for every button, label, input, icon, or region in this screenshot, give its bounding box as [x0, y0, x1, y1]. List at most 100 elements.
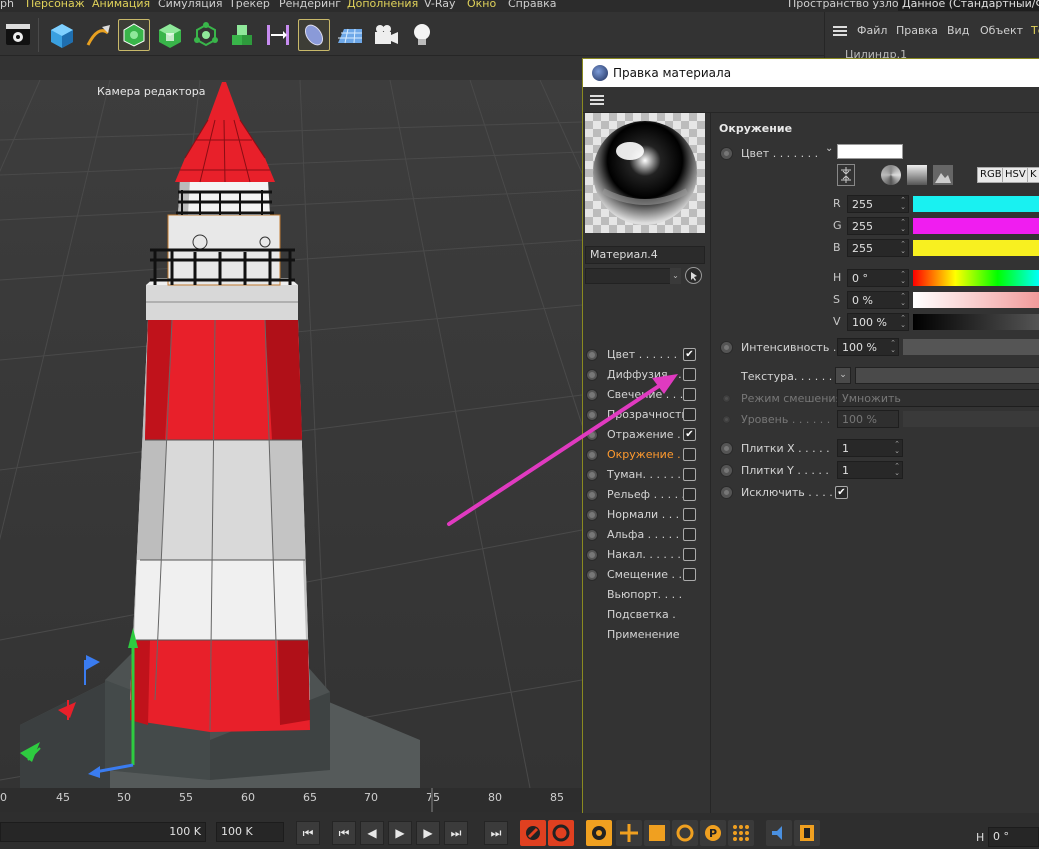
channel-radio-icon[interactable] — [586, 509, 598, 521]
blue-slider[interactable] — [913, 240, 1039, 256]
hue-slider[interactable] — [913, 270, 1039, 286]
channel-checkbox[interactable] — [683, 408, 696, 421]
menu-item-help[interactable]: Справка — [508, 0, 556, 10]
channel-illumination[interactable]: Подсветка . — [583, 605, 711, 625]
field-icon[interactable] — [298, 19, 330, 51]
generator-cube-icon[interactable] — [154, 19, 186, 51]
node-space-dropdown[interactable]: Данное (Стандартный/Физ — [898, 0, 1039, 11]
intensity-slider[interactable] — [903, 339, 1039, 355]
value-slider[interactable] — [913, 314, 1039, 330]
texture-slot[interactable] — [855, 367, 1039, 384]
kelvin-mode-button[interactable]: K — [1027, 167, 1039, 183]
cube-icon[interactable] — [46, 19, 78, 51]
channel-checkbox[interactable] — [683, 508, 696, 521]
3d-viewport[interactable]: Камера редактора — [0, 80, 582, 788]
channel-checkbox[interactable] — [683, 488, 696, 501]
chevron-down-icon[interactable]: ⌄ — [835, 367, 851, 384]
floor-plane-icon[interactable] — [334, 19, 366, 51]
chevron-down-icon[interactable]: ⌄ — [825, 143, 833, 154]
channel-radio-icon[interactable] — [586, 549, 598, 561]
om-menu-file[interactable]: Файл — [857, 24, 887, 37]
point-level-icon[interactable] — [728, 820, 754, 846]
channel-checkbox[interactable] — [683, 548, 696, 561]
play-icon[interactable]: ▶ — [388, 821, 412, 845]
channel-row[interactable]: Диффузия . . . . — [583, 365, 711, 385]
array-cubes-icon[interactable] — [226, 19, 258, 51]
material-name-field[interactable]: Материал.4 — [585, 246, 705, 264]
pen-spline-icon[interactable] — [82, 19, 114, 51]
subdivision-icon[interactable] — [118, 19, 150, 51]
channel-checkbox[interactable] — [683, 368, 696, 381]
image-picker-icon[interactable] — [933, 165, 953, 185]
color-compress-icon[interactable] — [837, 164, 855, 186]
tiles-y-field[interactable]: 1 ⌃ ⌄ — [837, 461, 903, 479]
om-menu-tags[interactable]: Те — [1031, 24, 1039, 37]
menu-item-vray[interactable]: V-Ray — [424, 0, 456, 10]
rgb-mode-button[interactable]: RGB — [977, 167, 1005, 183]
spectrum-icon[interactable] — [907, 165, 927, 185]
channel-checkbox[interactable] — [683, 388, 696, 401]
h-coordinate-field[interactable]: 0 ° — [988, 827, 1039, 847]
menu-item-animation[interactable]: Анимация — [92, 0, 150, 10]
animate-dot-icon[interactable] — [720, 147, 733, 160]
channel-radio-icon[interactable] — [586, 569, 598, 581]
channel-radio-icon[interactable] — [586, 469, 598, 481]
position-track-icon[interactable] — [616, 820, 642, 846]
mograph-cloner-icon[interactable] — [190, 19, 222, 51]
timeline-ruler[interactable]: 0 45 50 55 60 65 70 75 80 85 — [0, 788, 582, 812]
menu-item-simulation[interactable]: Симуляция — [158, 0, 223, 10]
sound-icon[interactable] — [766, 820, 792, 846]
record-keys-icon[interactable] — [520, 820, 546, 846]
previous-frame-icon[interactable]: ◀ — [360, 821, 384, 845]
channel-row[interactable]: Нормали . . . . — [583, 505, 711, 525]
channel-row[interactable]: Смещение . . . — [583, 565, 711, 585]
channel-row[interactable]: Накал. . . . . . — [583, 545, 711, 565]
rotation-track-icon[interactable] — [672, 820, 698, 846]
camera-icon[interactable] — [370, 19, 402, 51]
red-slider[interactable] — [913, 196, 1039, 212]
channel-row[interactable]: Рельеф . . . . . — [583, 485, 711, 505]
chevron-down-icon[interactable]: ⌄ — [670, 268, 681, 284]
intensity-field[interactable]: 100 % ⌃ ⌄ — [837, 338, 899, 356]
channel-radio-icon[interactable] — [586, 429, 598, 441]
color-swatch[interactable] — [837, 144, 903, 159]
channel-row[interactable]: Альфа . . . . . — [583, 525, 711, 545]
channel-checkbox[interactable] — [683, 448, 696, 461]
green-slider[interactable] — [913, 218, 1039, 234]
next-frame-icon[interactable]: ▶ — [416, 821, 440, 845]
om-menu-view[interactable]: Вид — [947, 24, 969, 37]
render-settings-icon[interactable] — [2, 19, 34, 51]
material-editor-titlebar[interactable]: Правка материала — [583, 59, 1039, 87]
channel-radio-icon[interactable] — [586, 449, 598, 461]
hsv-mode-button[interactable]: HSV — [1002, 167, 1029, 183]
channel-checkbox[interactable] — [683, 528, 696, 541]
channel-checkbox[interactable] — [683, 468, 696, 481]
end-frame-field[interactable]: 100 K — [216, 822, 284, 842]
channel-row[interactable]: Отражение . . . ✔ — [583, 425, 711, 445]
hue-value-field[interactable]: 0 ° ⌃ ⌄ — [847, 269, 909, 287]
level-field[interactable]: 100 % — [837, 410, 899, 428]
saturation-value-field[interactable]: 0 % ⌃ ⌄ — [847, 291, 909, 309]
blend-mode-dropdown[interactable]: Умножить — [837, 389, 1039, 407]
light-bulb-icon[interactable] — [406, 19, 438, 51]
channel-row[interactable]: Туман. . . . . . — [583, 465, 711, 485]
animate-dot-icon[interactable] — [720, 341, 733, 354]
scale-track-icon[interactable] — [644, 820, 670, 846]
go-to-start-icon[interactable]: ⏮ — [296, 821, 320, 845]
material-layer-dropdown[interactable] — [585, 268, 681, 284]
menu-item-render[interactable]: Рендеринг — [279, 0, 341, 10]
menu-item-character[interactable]: Персонаж — [26, 0, 85, 10]
animate-dot-icon[interactable] — [720, 442, 733, 455]
channel-viewport[interactable]: Вьюпорт. . . . — [583, 585, 711, 605]
animate-dot-icon[interactable] — [720, 486, 733, 499]
timeline-playhead[interactable] — [431, 788, 433, 812]
channel-radio-icon[interactable] — [586, 389, 598, 401]
saturation-slider[interactable] — [913, 292, 1039, 308]
autokey-icon[interactable] — [548, 820, 574, 846]
blue-value-field[interactable]: 255 ⌃ ⌄ — [847, 239, 909, 257]
tiles-x-field[interactable]: 1 ⌃ ⌄ — [837, 439, 903, 457]
menu-item-tracker[interactable]: Трекер — [229, 0, 270, 10]
next-key-icon[interactable]: ⏭ — [444, 821, 468, 845]
menu-item-extensions[interactable]: Дополнения — [347, 0, 418, 10]
channel-checkbox[interactable]: ✔ — [683, 428, 696, 441]
